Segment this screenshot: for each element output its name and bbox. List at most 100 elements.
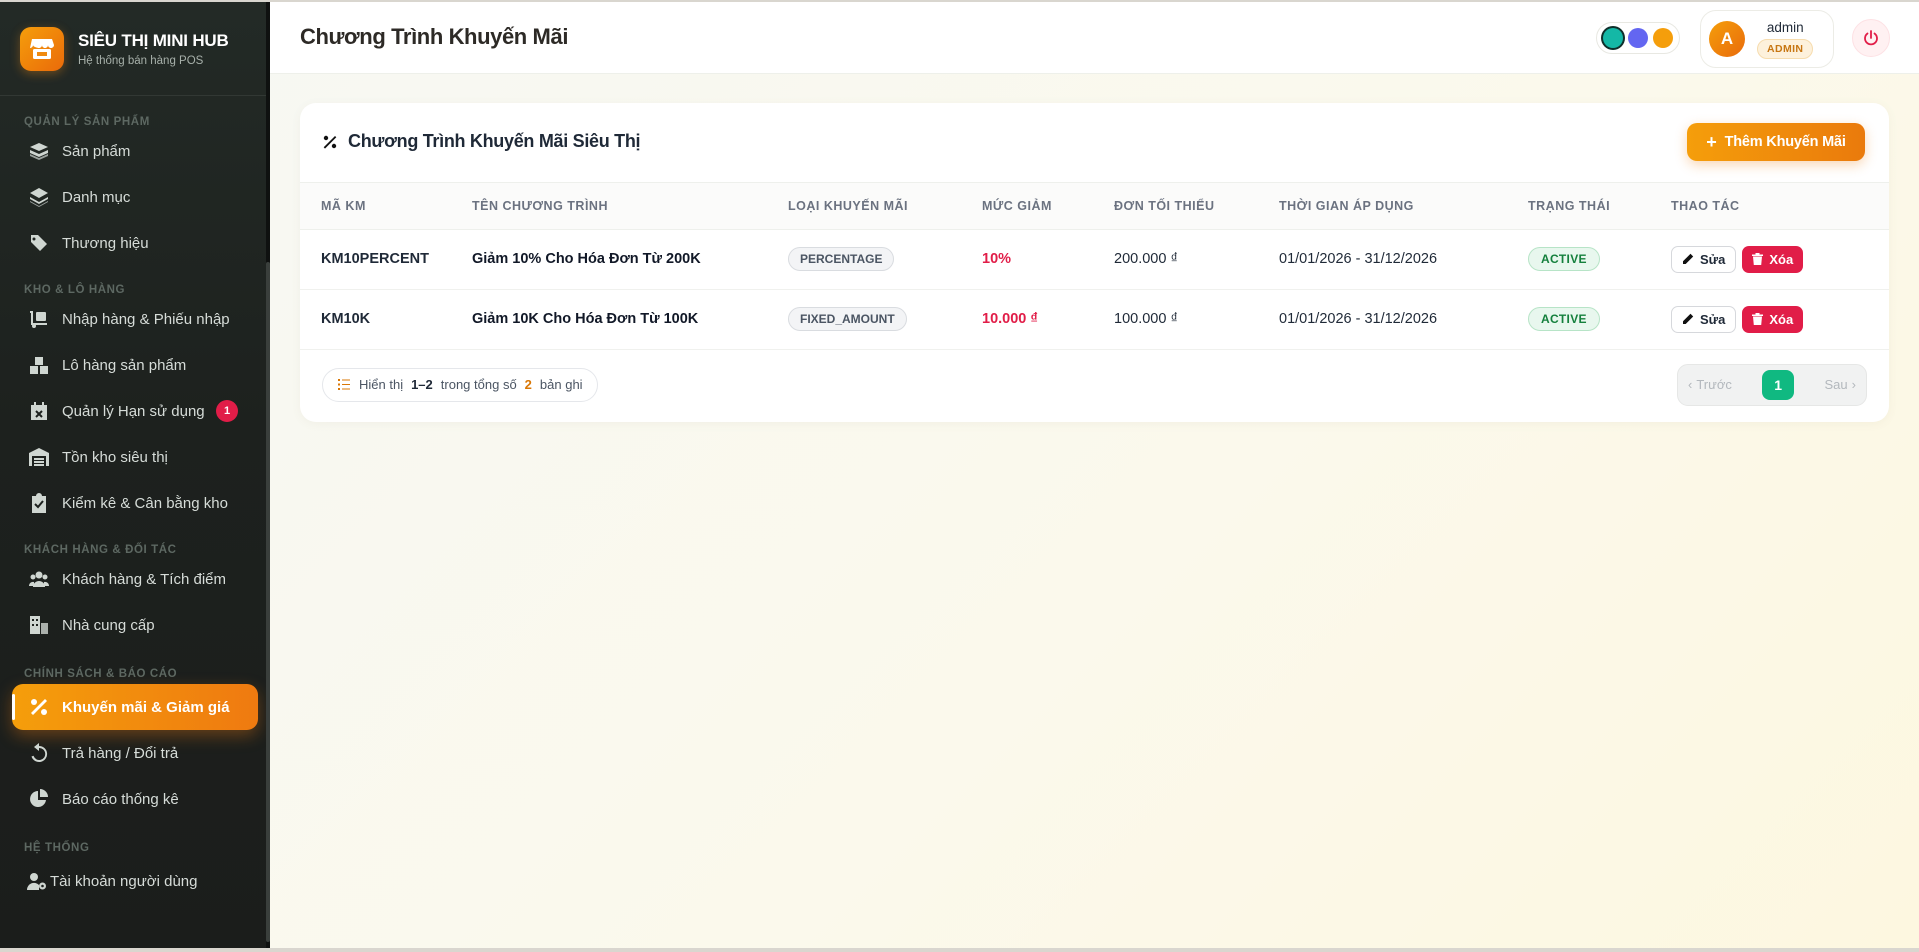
sidebar-item-imports[interactable]: Nhập hàng & Phiếu nhập xyxy=(12,296,258,342)
sidebar-item-stock[interactable]: Tồn kho siêu thị xyxy=(12,434,258,480)
sidebar-item-reports[interactable]: Báo cáo thống kê xyxy=(12,776,258,822)
sidebar-item-products[interactable]: Sản phẩm xyxy=(12,128,258,174)
sidebar-item-expiry[interactable]: Quản lý Hạn sử dụng 1 xyxy=(12,388,258,434)
user-gear-icon xyxy=(26,870,48,892)
sidebar-item-label: Khuyến mãi & Giảm giá xyxy=(62,698,230,716)
plus-icon: + xyxy=(1706,132,1717,152)
pencil-icon xyxy=(1683,253,1694,264)
page-title: Chương Trình Khuyến Mãi xyxy=(300,24,569,49)
status-badge: ACTIVE xyxy=(1528,307,1600,331)
boxes-icon xyxy=(28,140,50,162)
promo-discount: 10.000 ₫ xyxy=(982,289,1114,350)
record-range: 1–2 xyxy=(411,377,433,392)
prev-page-button[interactable]: ‹ Trước xyxy=(1688,377,1732,392)
sidebar-item-suppliers[interactable]: Nhà cung cấp xyxy=(12,602,258,648)
table-row: KM10K Giảm 10K Cho Hóa Đơn Từ 100K FIXED… xyxy=(300,289,1889,350)
column-header[interactable]: MỨC GIẢM xyxy=(982,183,1114,230)
clipboard-check-icon xyxy=(28,492,50,514)
sidebar-item-inventory-check[interactable]: Kiểm kê & Cân bằng kho xyxy=(12,480,258,526)
next-label: Sau xyxy=(1824,377,1848,392)
edit-button[interactable]: Sửa xyxy=(1671,305,1737,333)
column-header[interactable]: MÃ KM xyxy=(300,183,472,230)
trash-icon xyxy=(1752,313,1764,325)
sidebar-item-returns[interactable]: Trả hàng / Đổi trả xyxy=(12,730,258,776)
promo-name: Giảm 10K Cho Hóa Đơn Từ 100K xyxy=(472,289,788,350)
store-icon xyxy=(20,26,64,71)
sidebar-item-brands[interactable]: Thương hiệu xyxy=(12,220,258,266)
theme-teal-option[interactable] xyxy=(1603,28,1624,48)
promo-min-order: 100.000 ₫ xyxy=(1114,289,1279,350)
list-icon xyxy=(337,378,351,391)
trash-icon xyxy=(1752,253,1764,265)
main-content: Chương Trình Khuyến Mãi A admin ADMIN Ch… xyxy=(270,2,1919,948)
warehouse-icon xyxy=(28,446,50,468)
sidebar-item-categories[interactable]: Danh mục xyxy=(12,174,258,220)
chevron-right-icon: › xyxy=(1851,377,1856,392)
records-label: bản ghi xyxy=(539,377,583,392)
undo-icon xyxy=(28,742,50,764)
status-badge: ACTIVE xyxy=(1528,247,1600,271)
brand-name: SIÊU THỊ MINI HUB xyxy=(78,30,229,50)
add-promotion-label: Thêm Khuyến Mãi xyxy=(1724,134,1846,150)
sidebar-item-promotions[interactable]: Khuyến mãi & Giảm giá xyxy=(12,684,258,730)
sidebar-item-customers[interactable]: Khách hàng & Tích điểm xyxy=(12,556,258,602)
column-header[interactable]: TÊN CHƯƠNG TRÌNH xyxy=(472,183,788,230)
next-page-button[interactable]: Sau › xyxy=(1825,377,1856,392)
user-menu[interactable]: A admin ADMIN xyxy=(1700,10,1834,68)
pencil-icon xyxy=(1683,313,1694,324)
sidebar-item-label: Báo cáo thống kê xyxy=(62,790,179,808)
sidebar-item-batches[interactable]: Lô hàng sản phẩm xyxy=(12,342,258,388)
promo-code: KM10PERCENT xyxy=(300,229,472,290)
sidebar-item-label: Danh mục xyxy=(62,188,131,206)
nav-section-system: HỆ THỐNG xyxy=(24,842,90,854)
sidebar-item-label: Nhập hàng & Phiếu nhập xyxy=(62,310,230,328)
expiry-count-badge: 1 xyxy=(216,400,238,422)
page-1-button[interactable]: 1 xyxy=(1762,369,1795,400)
calendar-x-icon xyxy=(28,400,50,422)
brand-subtitle: Hệ thống bán hàng POS xyxy=(78,54,204,67)
theme-violet-option[interactable] xyxy=(1627,28,1648,48)
brand[interactable]: SIÊU THỊ MINI HUB Hệ thống bán hàng POS xyxy=(0,2,270,96)
record-total: 2 xyxy=(524,377,532,392)
column-header[interactable]: THỜI GIAN ÁP DỤNG xyxy=(1279,183,1528,230)
theme-amber-option[interactable] xyxy=(1652,28,1673,48)
logout-button[interactable] xyxy=(1852,19,1890,57)
showing-label: Hiển thị xyxy=(359,377,404,392)
prev-label: Trước xyxy=(1696,377,1732,392)
sidebar-item-label: Quản lý Hạn sử dụng xyxy=(62,402,205,420)
sidebar-item-label: Sản phẩm xyxy=(62,142,131,160)
card-title-text: Chương Trình Khuyến Mãi Siêu Thị xyxy=(348,131,641,151)
edit-label: Sửa xyxy=(1700,251,1726,267)
percent-icon xyxy=(28,696,50,718)
promo-period: 01/01/2026 - 31/12/2026 xyxy=(1279,229,1528,290)
add-promotion-button[interactable]: + Thêm Khuyến Mãi xyxy=(1687,123,1865,161)
delete-button[interactable]: Xóa xyxy=(1742,245,1804,273)
promo-min-order: 200.000 ₫ xyxy=(1114,229,1279,290)
sidebar-item-label: Tài khoản người dùng xyxy=(50,872,198,890)
pie-chart-icon xyxy=(28,788,50,810)
edit-button[interactable]: Sửa xyxy=(1671,245,1737,273)
layers-icon xyxy=(28,186,50,208)
user-name: admin xyxy=(1766,19,1804,35)
table-row: KM10PERCENT Giảm 10% Cho Hóa Đơn Từ 200K… xyxy=(300,229,1889,290)
delete-label: Xóa xyxy=(1769,311,1794,327)
avatar: A xyxy=(1709,21,1745,57)
column-header[interactable]: ĐƠN TỐI THIỂU xyxy=(1114,183,1279,230)
table-header-row: MÃ KM TÊN CHƯƠNG TRÌNH LOẠI KHUYẾN MÃI M… xyxy=(300,183,1889,230)
promotions-table: MÃ KM TÊN CHƯƠNG TRÌNH LOẠI KHUYẾN MÃI M… xyxy=(300,183,1889,350)
sidebar-item-label: Nhà cung cấp xyxy=(62,616,155,634)
delete-button[interactable]: Xóa xyxy=(1742,305,1804,333)
nav-section-policies: CHÍNH SÁCH & BÁO CÁO xyxy=(24,668,178,680)
promotions-card: Chương Trình Khuyến Mãi Siêu Thị + Thêm … xyxy=(300,103,1889,422)
column-header: THAO TÁC xyxy=(1671,183,1889,230)
record-count: Hiển thị 1–2 trong tổng số 2 bản ghi xyxy=(322,367,598,402)
sidebar-item-label: Tồn kho siêu thị xyxy=(62,448,168,466)
edit-label: Sửa xyxy=(1700,311,1726,327)
column-header[interactable]: LOẠI KHUYẾN MÃI xyxy=(788,183,982,230)
delete-label: Xóa xyxy=(1769,251,1794,267)
promo-name: Giảm 10% Cho Hóa Đơn Từ 200K xyxy=(472,229,788,290)
sidebar-item-user-accounts[interactable]: Tài khoản người dùng xyxy=(12,858,258,904)
topbar: Chương Trình Khuyến Mãi A admin ADMIN xyxy=(270,2,1919,74)
nav-section-warehouse: KHO & LÔ HÀNG xyxy=(24,284,126,296)
column-header[interactable]: TRẠNG THÁI xyxy=(1528,183,1671,230)
